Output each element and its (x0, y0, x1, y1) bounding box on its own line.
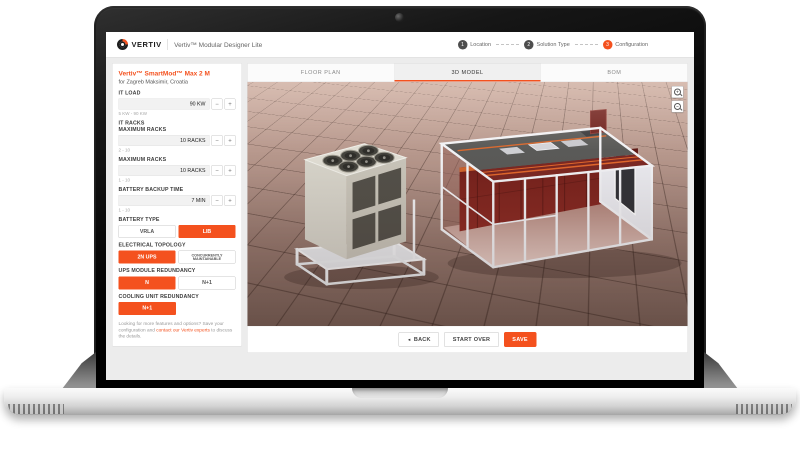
chiller-unit[interactable] (297, 144, 424, 284)
brand-wordmark: VERTIV (132, 40, 162, 49)
stepper-increment-button[interactable]: + (225, 98, 236, 109)
base-notch (352, 388, 448, 398)
content-tabs: FLOOR PLAN 3D MODEL BOM (248, 64, 688, 83)
header-divider (168, 39, 169, 50)
back-arrow-icon: ◄ (407, 337, 411, 342)
sidebar-note: Looking for more features and options? S… (119, 321, 236, 340)
zoom-out-button[interactable]: − (672, 101, 684, 113)
maximum-racks-label: MAXIMUM RACKS (119, 156, 236, 163)
stepper-decrement-button[interactable]: − (212, 135, 223, 146)
step-circle: 3 (603, 40, 613, 50)
webcam (395, 13, 404, 22)
stepper-decrement-button[interactable]: − (212, 195, 223, 206)
ups-module-redundancy-label: UPS MODULE REDUNDANCY (119, 268, 236, 275)
battery-type-group: VRLA LIB (119, 225, 236, 238)
it-racks-range: 2 - 10 (119, 147, 236, 152)
smartmod-container[interactable] (442, 109, 652, 267)
viewport-tools: + − (672, 86, 684, 113)
battery-type-label: BATTERY TYPE (119, 217, 236, 224)
it-racks-label: IT RACKS MAXIMUM RACKS (119, 120, 236, 133)
stepper-decrement-button[interactable]: − (212, 98, 223, 109)
app-body: Vertiv™ SmartMod™ Max 2 M for Zagreb Mak… (106, 58, 694, 380)
lib-button[interactable]: LIB (179, 225, 236, 238)
it-load-label: IT LOAD (119, 90, 236, 97)
concurrently-maintainable-button[interactable]: CONCURRENTLY MAINTAINABLE (179, 251, 236, 264)
hinge-right (704, 352, 738, 389)
it-load-input[interactable]: 90 KW (119, 98, 210, 109)
action-bar: ◄ BACK START OVER SAVE (248, 326, 688, 353)
stepper-increment-button[interactable]: + (225, 165, 236, 176)
step-location[interactable]: 1 Location (458, 40, 491, 50)
battery-backup-time-input[interactable]: 7 MIN (119, 195, 210, 206)
step-solution-type[interactable]: 2 Solution Type (524, 40, 570, 50)
viewport-3d[interactable]: + − (248, 82, 688, 326)
tab-3d-model[interactable]: 3D MODEL (394, 64, 541, 82)
main-panel: FLOOR PLAN 3D MODEL BOM (247, 63, 688, 353)
app-window: VERTIV Vertiv™ Modular Designer Lite 1 L… (106, 32, 694, 380)
it-load-range: 5 KW - 90 KW (119, 111, 236, 116)
battery-backup-time-field: 7 MIN − + (119, 195, 236, 206)
step-connector (575, 44, 598, 45)
electrical-topology-group: 2N UPS CONCURRENTLY MAINTAINABLE (119, 251, 236, 264)
battery-backup-time-range: 1 - 10 (119, 208, 236, 213)
it-racks-input[interactable]: 10 RACKS (119, 135, 210, 146)
vrla-button[interactable]: VRLA (119, 225, 176, 238)
contact-link[interactable]: contact our Vertiv experts (156, 327, 210, 333)
hinge-left (62, 352, 96, 389)
zoom-in-button[interactable]: + (672, 86, 684, 98)
step-circle: 2 (524, 40, 534, 50)
start-over-button[interactable]: START OVER (444, 332, 499, 347)
it-racks-field: 10 RACKS − + (119, 135, 236, 146)
app-header: VERTIV Vertiv™ Modular Designer Lite 1 L… (106, 32, 694, 58)
it-load-field: 90 KW − + (119, 98, 236, 109)
stepper-increment-button[interactable]: + (225, 195, 236, 206)
maximum-racks-input[interactable]: 10 RACKS (119, 165, 210, 176)
sidebar-title: Vertiv™ SmartMod™ Max 2 M (119, 70, 236, 78)
magnifier-plus-icon: + (674, 89, 681, 96)
n-plus-1-button[interactable]: N+1 (179, 276, 236, 289)
progress-steps: 1 Location 2 Solution Type 3 Configurati… (458, 40, 648, 50)
app-title: Vertiv™ Modular Designer Lite (174, 41, 262, 49)
battery-backup-time-label: BATTERY BACKUP TIME (119, 187, 236, 194)
step-connector (496, 44, 519, 45)
n-button[interactable]: N (119, 276, 176, 289)
cooling-unit-redundancy-group: N+1 (119, 302, 236, 315)
cooling-unit-redundancy-label: COOLING UNIT REDUNDANCY (119, 293, 236, 300)
config-sidebar: Vertiv™ SmartMod™ Max 2 M for Zagreb Mak… (112, 63, 242, 347)
stepper-decrement-button[interactable]: − (212, 165, 223, 176)
3d-scene-canvas[interactable] (248, 82, 688, 326)
step-circle: 1 (458, 40, 468, 50)
vertiv-logo-icon (117, 39, 128, 50)
save-button[interactable]: SAVE (504, 332, 537, 347)
vent-left (8, 404, 64, 414)
tab-floor-plan[interactable]: FLOOR PLAN (248, 64, 394, 82)
ups-module-redundancy-group: N N+1 (119, 276, 236, 289)
sidebar-subtitle: for Zagreb Maksimir, Croatia (119, 79, 236, 85)
magnifier-minus-icon: − (674, 103, 681, 110)
cooling-n-plus-1-button[interactable]: N+1 (119, 302, 177, 315)
maximum-racks-field: 10 RACKS − + (119, 165, 236, 176)
tab-bom[interactable]: BOM (541, 64, 688, 82)
2n-ups-button[interactable]: 2N UPS (119, 251, 176, 264)
stepper-increment-button[interactable]: + (225, 135, 236, 146)
maximum-racks-range: 1 - 10 (119, 178, 236, 183)
vent-right (736, 404, 792, 414)
step-configuration[interactable]: 3 Configuration (603, 40, 648, 50)
laptop-screen: VERTIV Vertiv™ Modular Designer Lite 1 L… (106, 32, 694, 380)
laptop-mockup: VERTIV Vertiv™ Modular Designer Lite 1 L… (0, 0, 800, 450)
back-button[interactable]: ◄ BACK (399, 332, 440, 347)
electrical-topology-label: ELECTRICAL TOPOLOGY (119, 242, 236, 249)
